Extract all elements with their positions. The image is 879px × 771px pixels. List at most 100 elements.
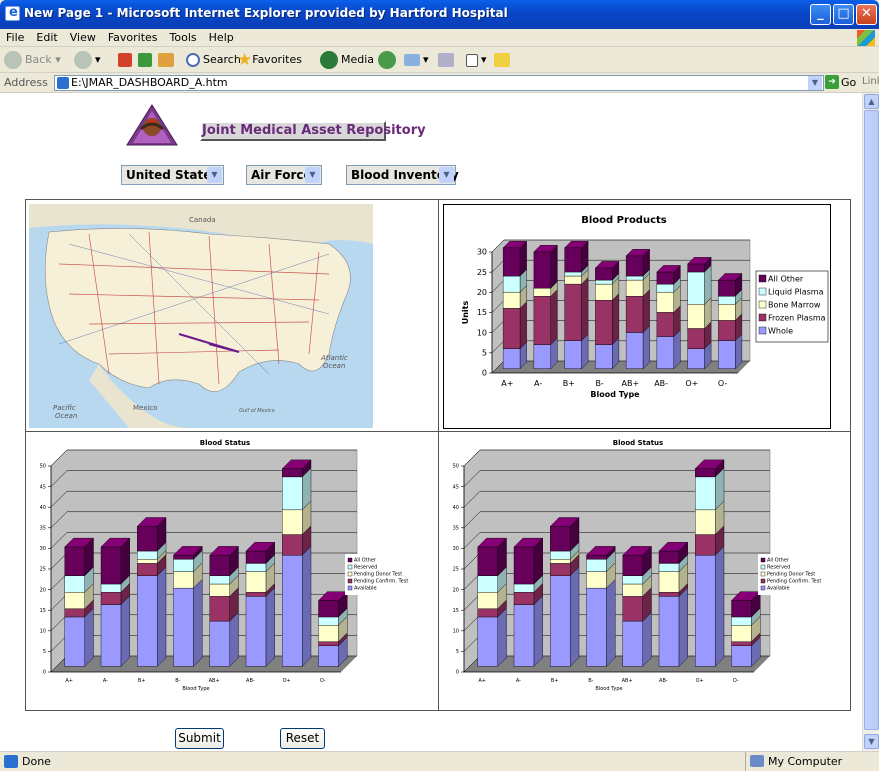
x-tick-label: O-	[320, 678, 326, 684]
bar-segment	[656, 283, 674, 293]
bar-segment	[550, 526, 571, 552]
x-tick-label: AB+	[209, 678, 220, 684]
y-tick-label: 30	[477, 248, 487, 257]
legend-swatch	[760, 557, 766, 563]
stop-icon	[118, 53, 132, 67]
bar-segment	[477, 616, 498, 667]
maximize-button[interactable]: □	[833, 4, 854, 25]
mail-button[interactable]: ▾	[404, 50, 429, 70]
x-tick-label: B-	[175, 678, 180, 684]
legend-label: Pending Donor Test	[767, 572, 815, 578]
vertical-scrollbar[interactable]: ▲ ▼	[862, 93, 879, 751]
x-tick-label: B+	[563, 379, 575, 388]
close-button[interactable]: ✕	[856, 4, 877, 25]
bar-segment	[245, 550, 267, 564]
bar-segment	[731, 645, 752, 667]
search-button[interactable]: Search	[186, 50, 241, 70]
bar-segment	[64, 575, 85, 593]
refresh-button[interactable]	[138, 50, 155, 70]
bar-segment-side	[265, 587, 275, 667]
legend-swatch	[347, 564, 353, 570]
map-label-mexico: Mexico	[133, 404, 157, 412]
bar-segment	[100, 604, 122, 667]
menu-view[interactable]: View	[64, 29, 102, 44]
y-tick-label: 50	[453, 464, 459, 470]
bar-segment	[718, 279, 736, 297]
bar-segment	[658, 596, 680, 667]
word-button[interactable]: ▾	[466, 50, 487, 70]
x-axis-title: Blood Type	[182, 686, 209, 692]
links-button[interactable]: Links	[862, 76, 879, 87]
status-bar: Done My Computer	[0, 751, 879, 771]
bar-segment	[695, 476, 716, 511]
menu-file[interactable]: File	[0, 29, 30, 44]
y-tick-label: 10	[40, 628, 46, 634]
minimize-button[interactable]: _	[810, 4, 831, 25]
back-button[interactable]: Back ▾	[4, 50, 61, 70]
legend-label: Frozen Plasma	[768, 314, 826, 323]
home-button[interactable]	[158, 50, 177, 70]
service-select[interactable]: Air Force ▼	[246, 165, 322, 185]
scroll-up-icon[interactable]: ▲	[864, 94, 879, 109]
bar-segment-side	[301, 545, 312, 667]
x-tick-label: AB+	[622, 678, 633, 684]
bar-segment	[318, 624, 339, 642]
scroll-thumb[interactable]	[864, 110, 879, 730]
ie-icon	[5, 5, 20, 21]
bar-segment	[622, 596, 643, 622]
bar-segment	[502, 275, 521, 293]
map-label-atlantic: Atlantic	[320, 354, 348, 362]
history-button[interactable]	[378, 50, 399, 70]
media-icon	[320, 51, 338, 69]
bar-segment	[586, 559, 607, 572]
address-dropdown-icon[interactable]: ▼	[808, 76, 822, 90]
print-button[interactable]	[438, 50, 457, 70]
messenger-button[interactable]	[494, 50, 513, 70]
x-tick-label: B+	[551, 678, 559, 684]
legend-swatch	[758, 287, 767, 296]
bar-segment	[245, 571, 267, 593]
menu-tools[interactable]: Tools	[164, 29, 203, 44]
bar-segment	[625, 275, 644, 281]
address-input[interactable]: E:\JMAR_DASHBOARD_A.htm ▼	[54, 75, 824, 91]
go-button[interactable]: Go	[841, 76, 856, 89]
bar-segment-side	[519, 301, 527, 350]
bar-segment	[64, 546, 85, 576]
reset-button[interactable]: Reset	[280, 728, 325, 749]
media-button[interactable]: Media	[320, 50, 374, 70]
y-tick-label: 0	[456, 670, 459, 676]
category-select[interactable]: Blood Inventory ▼	[346, 165, 459, 185]
region-select[interactable]: United States ▼	[121, 165, 224, 185]
bar-segment	[477, 575, 498, 593]
bar-segment	[625, 295, 644, 333]
bar-segment	[513, 592, 535, 605]
bar-segment	[173, 559, 194, 572]
legend-swatch	[758, 274, 767, 283]
bar-segment	[64, 616, 85, 667]
legend-label: Pending Confirm. Test	[767, 579, 821, 585]
bar-segment-side	[229, 611, 239, 667]
bar-segment	[502, 308, 521, 349]
bar-segment	[695, 468, 716, 478]
submit-button[interactable]: Submit	[175, 728, 224, 749]
favorites-button[interactable]: ★Favorites	[237, 50, 302, 70]
stop-button[interactable]	[118, 50, 135, 70]
bar-segment	[533, 251, 551, 289]
x-tick-label: AB+	[622, 379, 640, 388]
legend-swatch	[760, 585, 766, 591]
bar-segment	[695, 554, 716, 667]
bar-segment	[687, 304, 705, 329]
bar-segment	[550, 550, 571, 560]
legend-label: All Other	[768, 275, 804, 284]
us-map[interactable]: Canada Mexico Atlantic Ocean Pacific Oce…	[29, 204, 373, 428]
menu-help[interactable]: Help	[203, 29, 240, 44]
go-arrow-icon[interactable]: ➜	[825, 75, 839, 89]
scroll-down-icon[interactable]: ▼	[864, 734, 879, 749]
page-icon	[57, 77, 69, 89]
bar-segment	[550, 559, 571, 564]
menu-favorites[interactable]: Favorites	[102, 29, 164, 44]
menu-edit[interactable]: Edit	[30, 29, 63, 44]
bar-segment-side	[550, 244, 558, 289]
forward-button[interactable]: ▾	[74, 50, 101, 70]
x-tick-label: O+	[685, 379, 698, 388]
